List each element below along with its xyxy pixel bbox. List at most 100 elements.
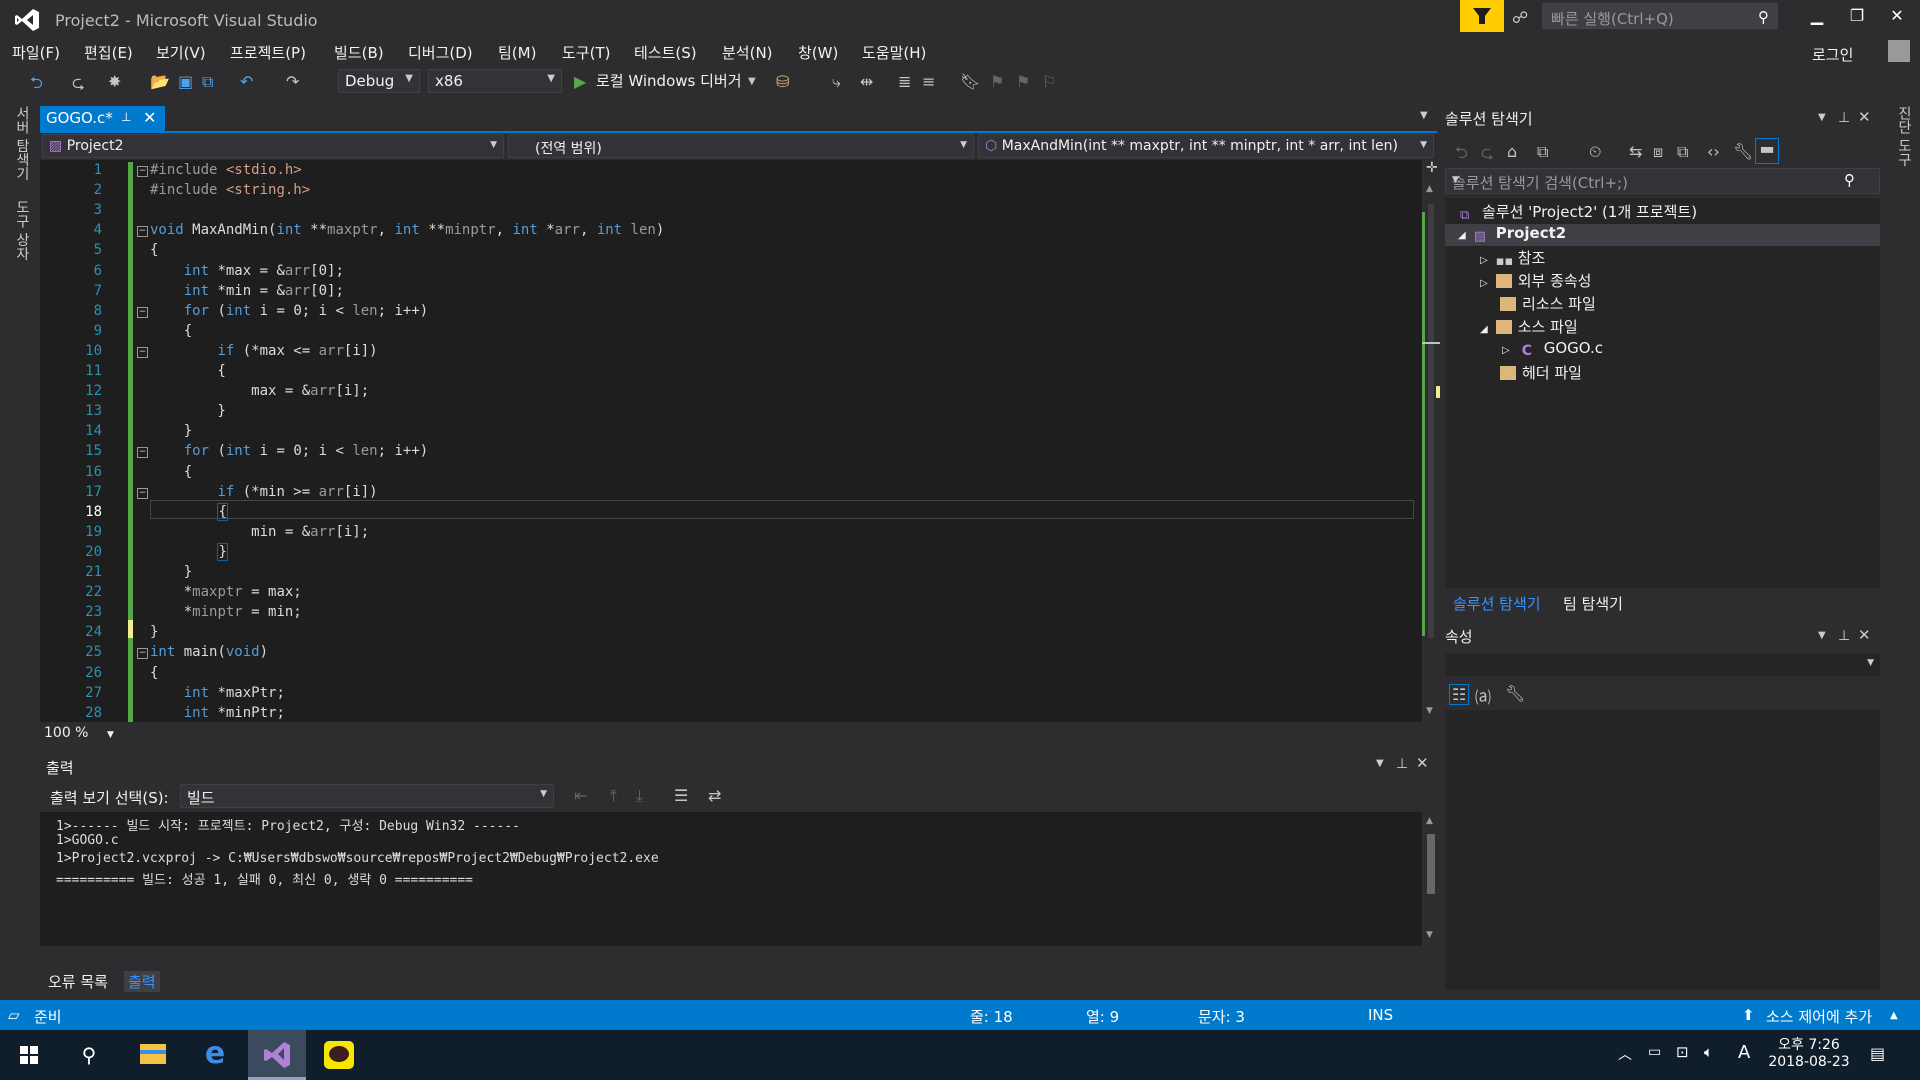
code-line[interactable]: #include <string.h> xyxy=(150,182,310,198)
find-in-files-icon[interactable]: ⛁ xyxy=(776,72,789,91)
close-icon[interactable]: ✕ xyxy=(143,108,156,127)
tree-item-header-files[interactable]: 헤더 파일 xyxy=(1500,362,1582,383)
forward-icon[interactable]: ⮎ xyxy=(72,72,85,99)
clock[interactable]: 오후 7:26 2018-08-23 xyxy=(1766,1034,1852,1070)
tree-item-project[interactable]: ◢ ▨ Project2 xyxy=(1458,224,1566,244)
code-line[interactable]: if (*min >= arr[i]) xyxy=(150,484,377,500)
code-line[interactable]: { xyxy=(150,363,225,379)
output-source-dropdown[interactable]: 빌드 ▼ xyxy=(180,784,554,808)
ime-indicator[interactable]: A xyxy=(1738,1042,1750,1063)
code-line[interactable]: int *min = &arr[0]; xyxy=(150,283,344,299)
menu-test[interactable]: 테스트(S) xyxy=(634,42,697,63)
feedback-icon[interactable]: ☍ xyxy=(1512,8,1532,27)
code-line[interactable]: { xyxy=(150,242,158,258)
code-line[interactable]: { xyxy=(150,464,192,480)
close-icon[interactable]: ✕ xyxy=(1858,108,1871,126)
run-debugger-button[interactable]: 로컬 Windows 디버거 xyxy=(596,70,742,91)
prev-message-icon[interactable]: ⤒ xyxy=(610,786,617,806)
alphabetical-icon[interactable]: ⒜ xyxy=(1475,684,1491,708)
code-line[interactable]: max = &arr[i]; xyxy=(150,383,369,399)
chevron-up-icon[interactable]: ▲ xyxy=(1890,1010,1898,1021)
chevron-down-icon[interactable]: ▼ xyxy=(1818,112,1826,123)
clear-all-icon[interactable]: ☰ xyxy=(674,786,688,805)
quick-launch-input[interactable]: 빠른 실행(Ctrl+Q) ⚲ xyxy=(1542,3,1778,29)
code-line[interactable]: int *minPtr; xyxy=(150,705,285,721)
user-avatar-icon[interactable] xyxy=(1888,40,1910,62)
open-file-icon[interactable]: 📂 xyxy=(150,72,170,91)
pin-icon[interactable]: ⊥ xyxy=(1396,756,1408,772)
menu-debug[interactable]: 디버그(D) xyxy=(408,42,473,63)
menu-edit[interactable]: 편집(E) xyxy=(84,42,133,63)
chevron-down-icon[interactable]: ▼ xyxy=(748,76,756,87)
restore-button[interactable]: ❐ xyxy=(1840,6,1874,28)
tree-item-gogo-c[interactable]: ▷ C GOGO.c xyxy=(1502,339,1603,359)
code-line[interactable]: int *maxPtr; xyxy=(150,685,285,701)
home-icon[interactable]: ⌂ xyxy=(1507,142,1517,161)
file-explorer-icon[interactable] xyxy=(124,1030,182,1080)
find-message-icon[interactable]: ⇤ xyxy=(574,786,587,805)
notifications-flag-icon[interactable] xyxy=(1460,0,1504,32)
menu-file[interactable]: 파일(F) xyxy=(12,42,60,63)
menu-project[interactable]: 프로젝트(P) xyxy=(230,42,306,63)
tab-error-list[interactable]: 오류 목록 xyxy=(48,971,108,992)
code-line[interactable]: *minptr = min; xyxy=(150,604,302,620)
scroll-up-icon[interactable]: ▲ xyxy=(1426,816,1433,826)
new-project-icon[interactable]: ✸ xyxy=(108,72,121,91)
server-explorer-tab[interactable]: 서버 탐색기 xyxy=(12,106,32,180)
scroll-up-icon[interactable]: ▲ xyxy=(1426,184,1433,194)
collapse-outline-icon[interactable]: − xyxy=(137,166,148,177)
network-icon[interactable]: ⊡ xyxy=(1676,1043,1689,1061)
code-line[interactable]: { xyxy=(150,665,158,681)
collapsed-arrow-icon[interactable]: ▷ xyxy=(1502,345,1510,356)
code-line[interactable]: if (*max <= arr[i]) xyxy=(150,343,377,359)
menu-view[interactable]: 보기(V) xyxy=(156,42,206,63)
editor-vertical-scrollbar[interactable]: ✛ ▲ ▼ xyxy=(1422,160,1440,722)
code-line[interactable]: for (int i = 0; i < len; i++) xyxy=(150,443,428,459)
next-bookmark-icon[interactable]: ⚑ xyxy=(1016,72,1030,91)
back-icon[interactable]: ⮌ xyxy=(1455,142,1468,169)
switch-views-icon[interactable]: ⧉ xyxy=(1537,142,1548,162)
diagnostic-tools-tab[interactable]: 진단 도구 xyxy=(1894,106,1914,166)
menu-tools[interactable]: 도구(T) xyxy=(562,42,610,63)
split-icon[interactable]: ✛ xyxy=(1426,160,1438,176)
menu-analyze[interactable]: 분석(N) xyxy=(722,42,773,63)
code-line[interactable]: void MaxAndMin(int **maxptr, int **minpt… xyxy=(150,222,664,238)
save-all-icon[interactable]: ⧉ xyxy=(202,72,213,92)
zoom-dropdown[interactable]: 100 % ▼ xyxy=(44,725,114,741)
code-line[interactable]: { xyxy=(150,323,192,339)
login-link[interactable]: 로그인 xyxy=(1812,44,1853,65)
clear-bookmarks-icon[interactable]: ⚐ xyxy=(1042,72,1056,91)
step-icon[interactable]: ⤷ xyxy=(832,72,841,92)
code-line[interactable]: *maxptr = max; xyxy=(150,584,302,600)
code-line[interactable]: } xyxy=(150,543,228,561)
show-all-files-icon[interactable]: ⧉ xyxy=(1677,142,1688,162)
scope-dropdown[interactable]: (전역 범위) ▼ xyxy=(508,134,974,158)
scroll-thumb[interactable] xyxy=(1428,204,1434,638)
chevron-down-icon[interactable]: ▼ xyxy=(1818,630,1826,641)
properties-object-dropdown[interactable]: ▼ xyxy=(1445,654,1880,676)
solution-search-input[interactable]: 솔루션 탐색기 검색(Ctrl+;) ⚲ ▼ xyxy=(1445,168,1880,194)
pin-icon[interactable]: ⊥ xyxy=(1838,628,1850,644)
minimize-button[interactable]: ▁ xyxy=(1800,6,1834,28)
word-wrap-icon[interactable]: ⇄ xyxy=(708,786,721,805)
tree-item-references[interactable]: ▷ ▪▪ 참조 xyxy=(1480,247,1545,269)
property-pages-icon[interactable]: 🔧︎ xyxy=(1505,684,1525,703)
sync-icon[interactable]: ⇆ xyxy=(1629,142,1642,161)
tab-output[interactable]: 출력 xyxy=(124,971,160,992)
tree-item-resource-files[interactable]: 리소스 파일 xyxy=(1500,293,1596,314)
tab-solution-explorer[interactable]: 솔루션 탐색기 xyxy=(1453,593,1541,614)
collapse-all-icon[interactable]: ⧈ xyxy=(1653,142,1663,162)
properties-wrench-icon[interactable]: 🔧︎ xyxy=(1733,142,1753,161)
code-line[interactable]: min = &arr[i]; xyxy=(150,524,369,540)
toggle-icon[interactable]: ⇹ xyxy=(860,72,873,91)
tab-team-explorer[interactable]: 팀 탐색기 xyxy=(1563,593,1623,614)
scroll-down-icon[interactable]: ▼ xyxy=(1426,930,1433,940)
code-editor[interactable] xyxy=(40,160,1422,722)
prev-bookmark-icon[interactable]: ⚑ xyxy=(990,72,1004,91)
close-button[interactable]: ✕ xyxy=(1880,6,1914,28)
preview-icon[interactable]: ▬ xyxy=(1755,138,1779,164)
code-line[interactable]: for (int i = 0; i < len; i++) xyxy=(150,303,428,319)
bookmark-icon[interactable]: 🔖︎ xyxy=(960,72,980,91)
code-line[interactable]: #include <stdio.h> xyxy=(150,162,302,178)
undo-icon[interactable]: ↶ xyxy=(240,72,253,91)
